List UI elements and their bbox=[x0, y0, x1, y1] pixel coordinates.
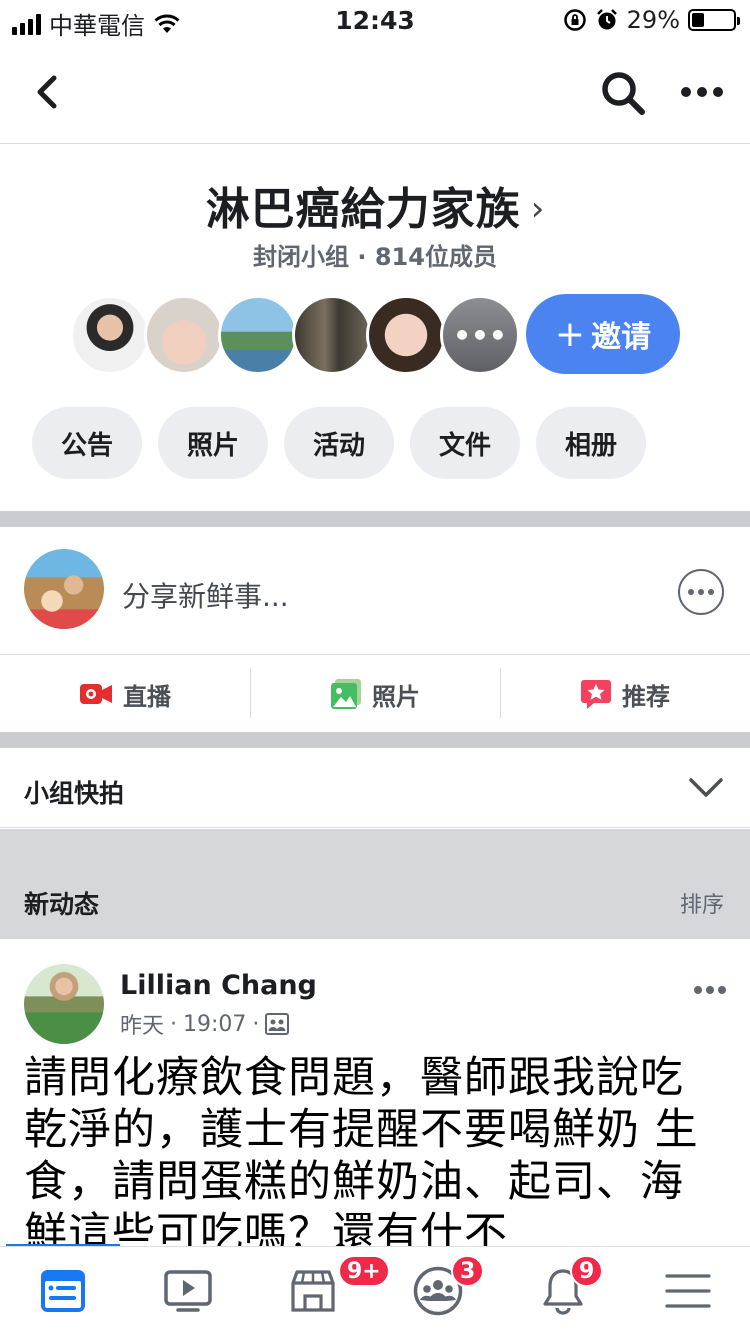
avatar[interactable] bbox=[144, 295, 224, 375]
notifications-badge: 9 bbox=[570, 1255, 604, 1287]
divider bbox=[0, 732, 750, 748]
status-bar: 中華電信 12:43 29% bbox=[0, 0, 750, 40]
composer-input[interactable]: 分享新鲜事... bbox=[122, 575, 289, 615]
divider bbox=[0, 511, 750, 527]
post-author[interactable]: Lillian Chang bbox=[120, 970, 317, 1001]
avatar[interactable] bbox=[292, 295, 372, 375]
composer: 分享新鲜事... bbox=[0, 527, 750, 655]
chip-photos[interactable]: 照片 bbox=[158, 407, 268, 479]
chevron-right-icon: › bbox=[530, 189, 545, 229]
tab-bar: 9+ 3 9 bbox=[0, 1246, 750, 1334]
post-time: 19:07 bbox=[183, 1011, 247, 1037]
sort-button[interactable]: 排序 bbox=[680, 887, 724, 919]
group-tabs: 公告 照片 活动 文件 相册 bbox=[32, 407, 646, 479]
back-icon[interactable] bbox=[28, 68, 68, 116]
battery-icon bbox=[688, 9, 740, 31]
photo-icon bbox=[331, 679, 361, 709]
post-meta: 昨天 · 19:07 · bbox=[120, 1008, 290, 1040]
live-video-icon bbox=[80, 684, 112, 704]
nav-bar bbox=[0, 40, 750, 144]
group-privacy-icon bbox=[265, 1013, 290, 1035]
tab-menu[interactable] bbox=[625, 1247, 750, 1334]
group-header: 淋巴癌給力家族 › 封闭小组 · 814位成员 ••• + 邀请 公告 照片 活动… bbox=[0, 145, 750, 511]
avatar[interactable] bbox=[70, 295, 150, 375]
composer-actions: 直播 照片 推荐 bbox=[0, 656, 750, 732]
invite-label: 邀请 bbox=[591, 320, 652, 355]
meta-separator: · bbox=[252, 1011, 260, 1037]
battery-level bbox=[692, 13, 704, 27]
more-members-icon[interactable]: ••• bbox=[440, 295, 520, 375]
search-icon[interactable] bbox=[598, 68, 648, 118]
member-avatars[interactable]: ••• bbox=[70, 295, 520, 375]
chip-events[interactable]: 活动 bbox=[284, 407, 394, 479]
feed-header: 新动态 排序 bbox=[0, 829, 750, 939]
more-options-icon[interactable] bbox=[676, 74, 728, 110]
chip-announcements[interactable]: 公告 bbox=[32, 407, 142, 479]
tab-groups[interactable]: 3 bbox=[375, 1247, 500, 1334]
marketplace-icon bbox=[290, 1269, 335, 1312]
news-feed-icon bbox=[40, 1269, 85, 1312]
recommend-label: 推荐 bbox=[622, 682, 670, 711]
post: Lillian Chang 昨天 · 19:07 · 請問化療飲食問題，醫師跟我… bbox=[0, 940, 750, 1246]
post-day: 昨天 bbox=[120, 1014, 165, 1039]
recommend-button[interactable]: 推荐 bbox=[500, 656, 750, 732]
tab-marketplace[interactable]: 9+ bbox=[250, 1247, 390, 1334]
avatar[interactable] bbox=[218, 295, 298, 375]
battery-percent: 29% bbox=[626, 6, 680, 34]
chip-files[interactable]: 文件 bbox=[410, 407, 520, 479]
rotation-lock-icon bbox=[563, 9, 586, 31]
user-avatar bbox=[24, 549, 104, 629]
chip-albums[interactable]: 相册 bbox=[536, 407, 646, 479]
tab-news-feed[interactable] bbox=[0, 1247, 125, 1334]
post-text: 請問化療飲食問題，醫師跟我說吃乾淨的，護士有提醒不要喝鮮奶 生食，請問蛋糕的鮮奶… bbox=[24, 1053, 699, 1246]
more-options-circle-icon[interactable] bbox=[678, 569, 724, 615]
group-title[interactable]: 淋巴癌給力家族 bbox=[206, 184, 521, 235]
live-button[interactable]: 直播 bbox=[0, 656, 250, 732]
chevron-down-icon[interactable] bbox=[688, 770, 724, 806]
plus-icon: + bbox=[554, 313, 586, 355]
author-avatar[interactable] bbox=[24, 964, 104, 1044]
status-right: 29% bbox=[563, 6, 740, 34]
groups-badge: 3 bbox=[451, 1255, 485, 1287]
tab-watch[interactable] bbox=[125, 1247, 250, 1334]
group-title-row[interactable]: 淋巴癌給力家族 › bbox=[0, 173, 750, 237]
alarm-icon bbox=[596, 9, 617, 30]
photo-label: 照片 bbox=[372, 682, 420, 711]
meta-separator: · bbox=[170, 1011, 178, 1037]
feed-title: 新动态 bbox=[24, 890, 100, 919]
live-label: 直播 bbox=[123, 682, 171, 711]
recommend-icon bbox=[581, 680, 611, 709]
post-more-icon[interactable] bbox=[692, 984, 728, 996]
snapshot-title: 小组快拍 bbox=[24, 779, 125, 808]
invite-button[interactable]: + 邀请 bbox=[526, 294, 680, 374]
watch-video-icon bbox=[163, 1269, 212, 1312]
avatar[interactable] bbox=[366, 295, 446, 375]
group-meta: 封闭小组 · 814位成员 bbox=[253, 243, 497, 271]
group-snapshot[interactable]: 小组快拍 bbox=[0, 748, 750, 828]
tab-notifications[interactable]: 9 bbox=[500, 1247, 625, 1334]
photo-button[interactable]: 照片 bbox=[250, 656, 500, 732]
menu-icon bbox=[664, 1273, 711, 1308]
